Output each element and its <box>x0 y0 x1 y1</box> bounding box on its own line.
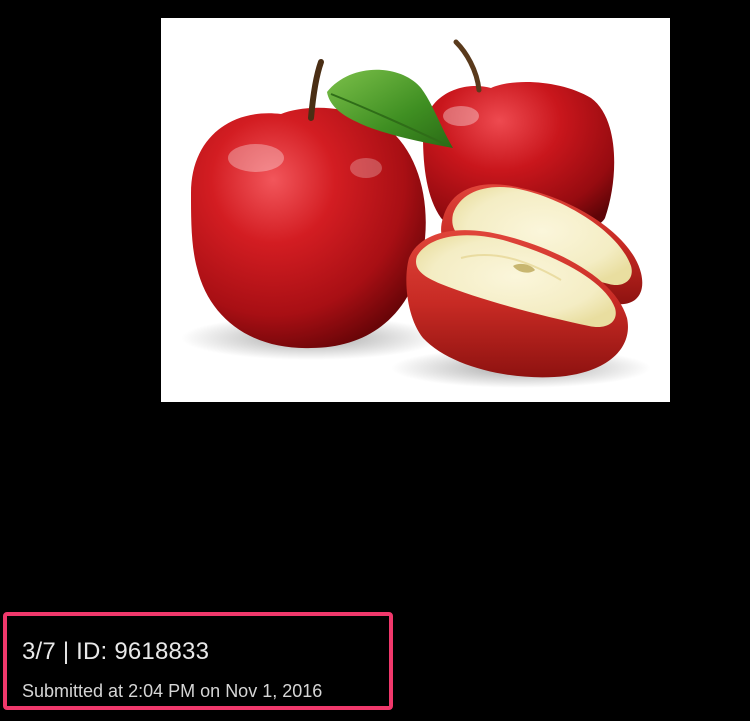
submission-info-panel: 3/7 | ID: 9618833 Submitted at 2:04 PM o… <box>3 612 393 710</box>
submitted-date: Nov 1, 2016 <box>225 681 323 701</box>
apples-illustration <box>181 39 651 388</box>
submitted-on: on <box>200 681 221 701</box>
position-counter: 3/7 <box>22 638 56 665</box>
id-value: 9618833 <box>114 638 210 665</box>
apples-photo <box>161 18 670 402</box>
submitted-prefix: Submitted at <box>22 681 124 701</box>
submitted-time: 2:04 PM <box>128 681 196 701</box>
id-label: ID: <box>76 638 108 665</box>
position-and-id: 3/7 | ID: 9618833 <box>22 638 209 666</box>
separator: | <box>62 638 70 665</box>
submission-timestamp: Submitted at 2:04 PM on Nov 1, 2016 <box>22 681 322 702</box>
